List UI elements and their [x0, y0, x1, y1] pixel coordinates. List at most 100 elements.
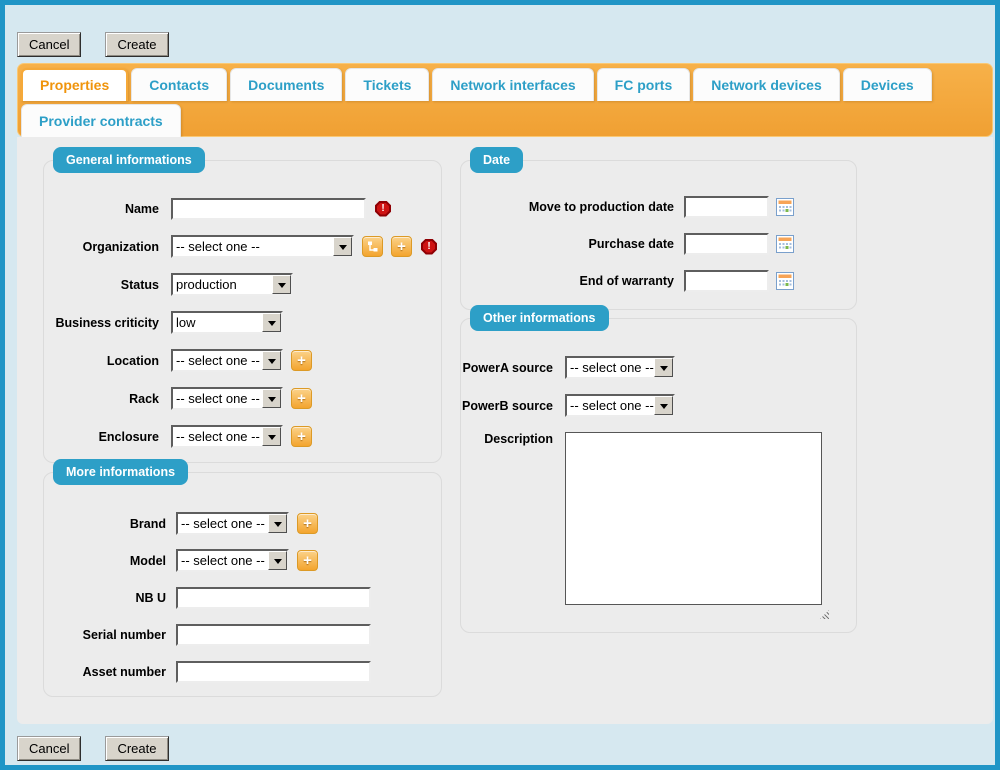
create-button[interactable]: Create [105, 736, 168, 761]
rack-label: Rack [44, 392, 159, 406]
mandatory-icon: ! [421, 239, 437, 255]
tab-network-devices[interactable]: Network devices [693, 68, 840, 101]
model-label: Model [44, 554, 166, 568]
fieldset-date: Date Move to production date [460, 160, 857, 310]
powerb-source-row: PowerB source -- select one -- [461, 394, 856, 417]
powerb-source-label: PowerB source [461, 399, 553, 413]
description-label: Description [461, 432, 553, 446]
calendar-icon [776, 235, 794, 253]
plus-icon: + [297, 428, 306, 446]
status-row: Status production [44, 273, 441, 296]
dropdown-arrow-icon [654, 358, 673, 377]
dropdown-arrow-icon [262, 351, 281, 370]
organization-label: Organization [44, 240, 159, 254]
serial-number-row: Serial number [44, 623, 441, 646]
move-to-production-input[interactable] [684, 196, 769, 218]
calendar-picker-button[interactable] [776, 198, 794, 216]
add-location-button[interactable]: + [291, 350, 312, 371]
end-of-warranty-label: End of warranty [461, 274, 674, 288]
tab-documents[interactable]: Documents [230, 68, 342, 101]
enclosure-select[interactable]: -- select one -- [171, 425, 283, 448]
nb-u-input[interactable] [176, 587, 371, 609]
dropdown-arrow-icon [333, 237, 352, 256]
location-select[interactable]: -- select one -- [171, 349, 283, 372]
nb-u-row: NB U [44, 586, 441, 609]
status-select[interactable]: production [171, 273, 293, 296]
model-row: Model -- select one -- + [44, 549, 441, 572]
brand-label: Brand [44, 517, 166, 531]
tab-row-1: Properties Contacts Documents Tickets Ne… [18, 64, 992, 101]
hierarchy-browse-button[interactable] [362, 236, 383, 257]
calendar-picker-button[interactable] [776, 235, 794, 253]
organization-row: Organization -- select one -- + ! [44, 235, 441, 258]
powera-source-row: PowerA source -- select one -- [461, 356, 856, 379]
name-input[interactable] [171, 198, 366, 220]
powera-source-select[interactable]: -- select one -- [565, 356, 675, 379]
business-criticity-select[interactable]: low [171, 311, 283, 334]
calendar-icon [776, 272, 794, 290]
tab-tickets[interactable]: Tickets [345, 68, 429, 101]
mandatory-icon: ! [375, 201, 391, 217]
object-creation-page: Cancel Create Properties Contacts Docume… [0, 0, 1000, 770]
hierarchy-icon [366, 240, 379, 253]
plus-icon: + [303, 515, 312, 533]
tab-properties[interactable]: Properties [21, 68, 128, 101]
legend-other-informations: Other informations [470, 305, 609, 331]
add-organization-button[interactable]: + [391, 236, 412, 257]
properties-panel: General informations Name ! Organization… [17, 137, 993, 724]
serial-number-input[interactable] [176, 624, 371, 646]
tab-provider-contracts[interactable]: Provider contracts [21, 104, 181, 137]
end-of-warranty-input[interactable] [684, 270, 769, 292]
tab-network-interfaces[interactable]: Network interfaces [432, 68, 593, 101]
nb-u-label: NB U [44, 591, 166, 605]
tab-strip: Properties Contacts Documents Tickets Ne… [17, 63, 993, 137]
add-model-button[interactable]: + [297, 550, 318, 571]
legend-more-informations: More informations [53, 459, 188, 485]
move-to-production-label: Move to production date [461, 200, 674, 214]
top-toolbar: Cancel Create [17, 32, 169, 57]
create-button[interactable]: Create [105, 32, 168, 57]
dropdown-arrow-icon [262, 389, 281, 408]
cancel-button[interactable]: Cancel [17, 32, 81, 57]
description-row: Description [461, 432, 856, 610]
add-brand-button[interactable]: + [297, 513, 318, 534]
calendar-picker-button[interactable] [776, 272, 794, 290]
purchase-date-label: Purchase date [461, 237, 674, 251]
brand-row: Brand -- select one -- + [44, 512, 441, 535]
legend-date: Date [470, 147, 523, 173]
serial-number-label: Serial number [44, 628, 166, 642]
tab-devices[interactable]: Devices [843, 68, 932, 101]
dropdown-arrow-icon [654, 396, 673, 415]
plus-icon: + [397, 238, 406, 256]
organization-select[interactable]: -- select one -- [171, 235, 354, 258]
bottom-toolbar: Cancel Create [17, 736, 169, 761]
description-textarea[interactable] [565, 432, 822, 605]
dropdown-arrow-icon [268, 514, 287, 533]
name-row: Name ! [44, 197, 441, 220]
plus-icon: + [303, 552, 312, 570]
enclosure-label: Enclosure [44, 430, 159, 444]
name-label: Name [44, 202, 159, 216]
tab-fc-ports[interactable]: FC ports [597, 68, 691, 101]
add-enclosure-button[interactable]: + [291, 426, 312, 447]
add-rack-button[interactable]: + [291, 388, 312, 409]
tab-row-2: Provider contracts [18, 101, 992, 137]
tab-contacts[interactable]: Contacts [131, 68, 227, 101]
model-select[interactable]: -- select one -- [176, 549, 289, 572]
enclosure-row: Enclosure -- select one -- + [44, 425, 441, 448]
asset-number-input[interactable] [176, 661, 371, 683]
calendar-icon [776, 198, 794, 216]
location-row: Location -- select one -- + [44, 349, 441, 372]
purchase-date-row: Purchase date [461, 232, 856, 255]
location-label: Location [44, 354, 159, 368]
powera-source-label: PowerA source [461, 361, 553, 375]
dropdown-arrow-icon [272, 275, 291, 294]
purchase-date-input[interactable] [684, 233, 769, 255]
powerb-source-select[interactable]: -- select one -- [565, 394, 675, 417]
rack-select[interactable]: -- select one -- [171, 387, 283, 410]
asset-number-label: Asset number [44, 665, 166, 679]
fieldset-more-informations: More informations Brand -- select one --… [43, 472, 442, 697]
brand-select[interactable]: -- select one -- [176, 512, 289, 535]
cancel-button[interactable]: Cancel [17, 736, 81, 761]
resize-grip-icon[interactable] [820, 610, 829, 619]
